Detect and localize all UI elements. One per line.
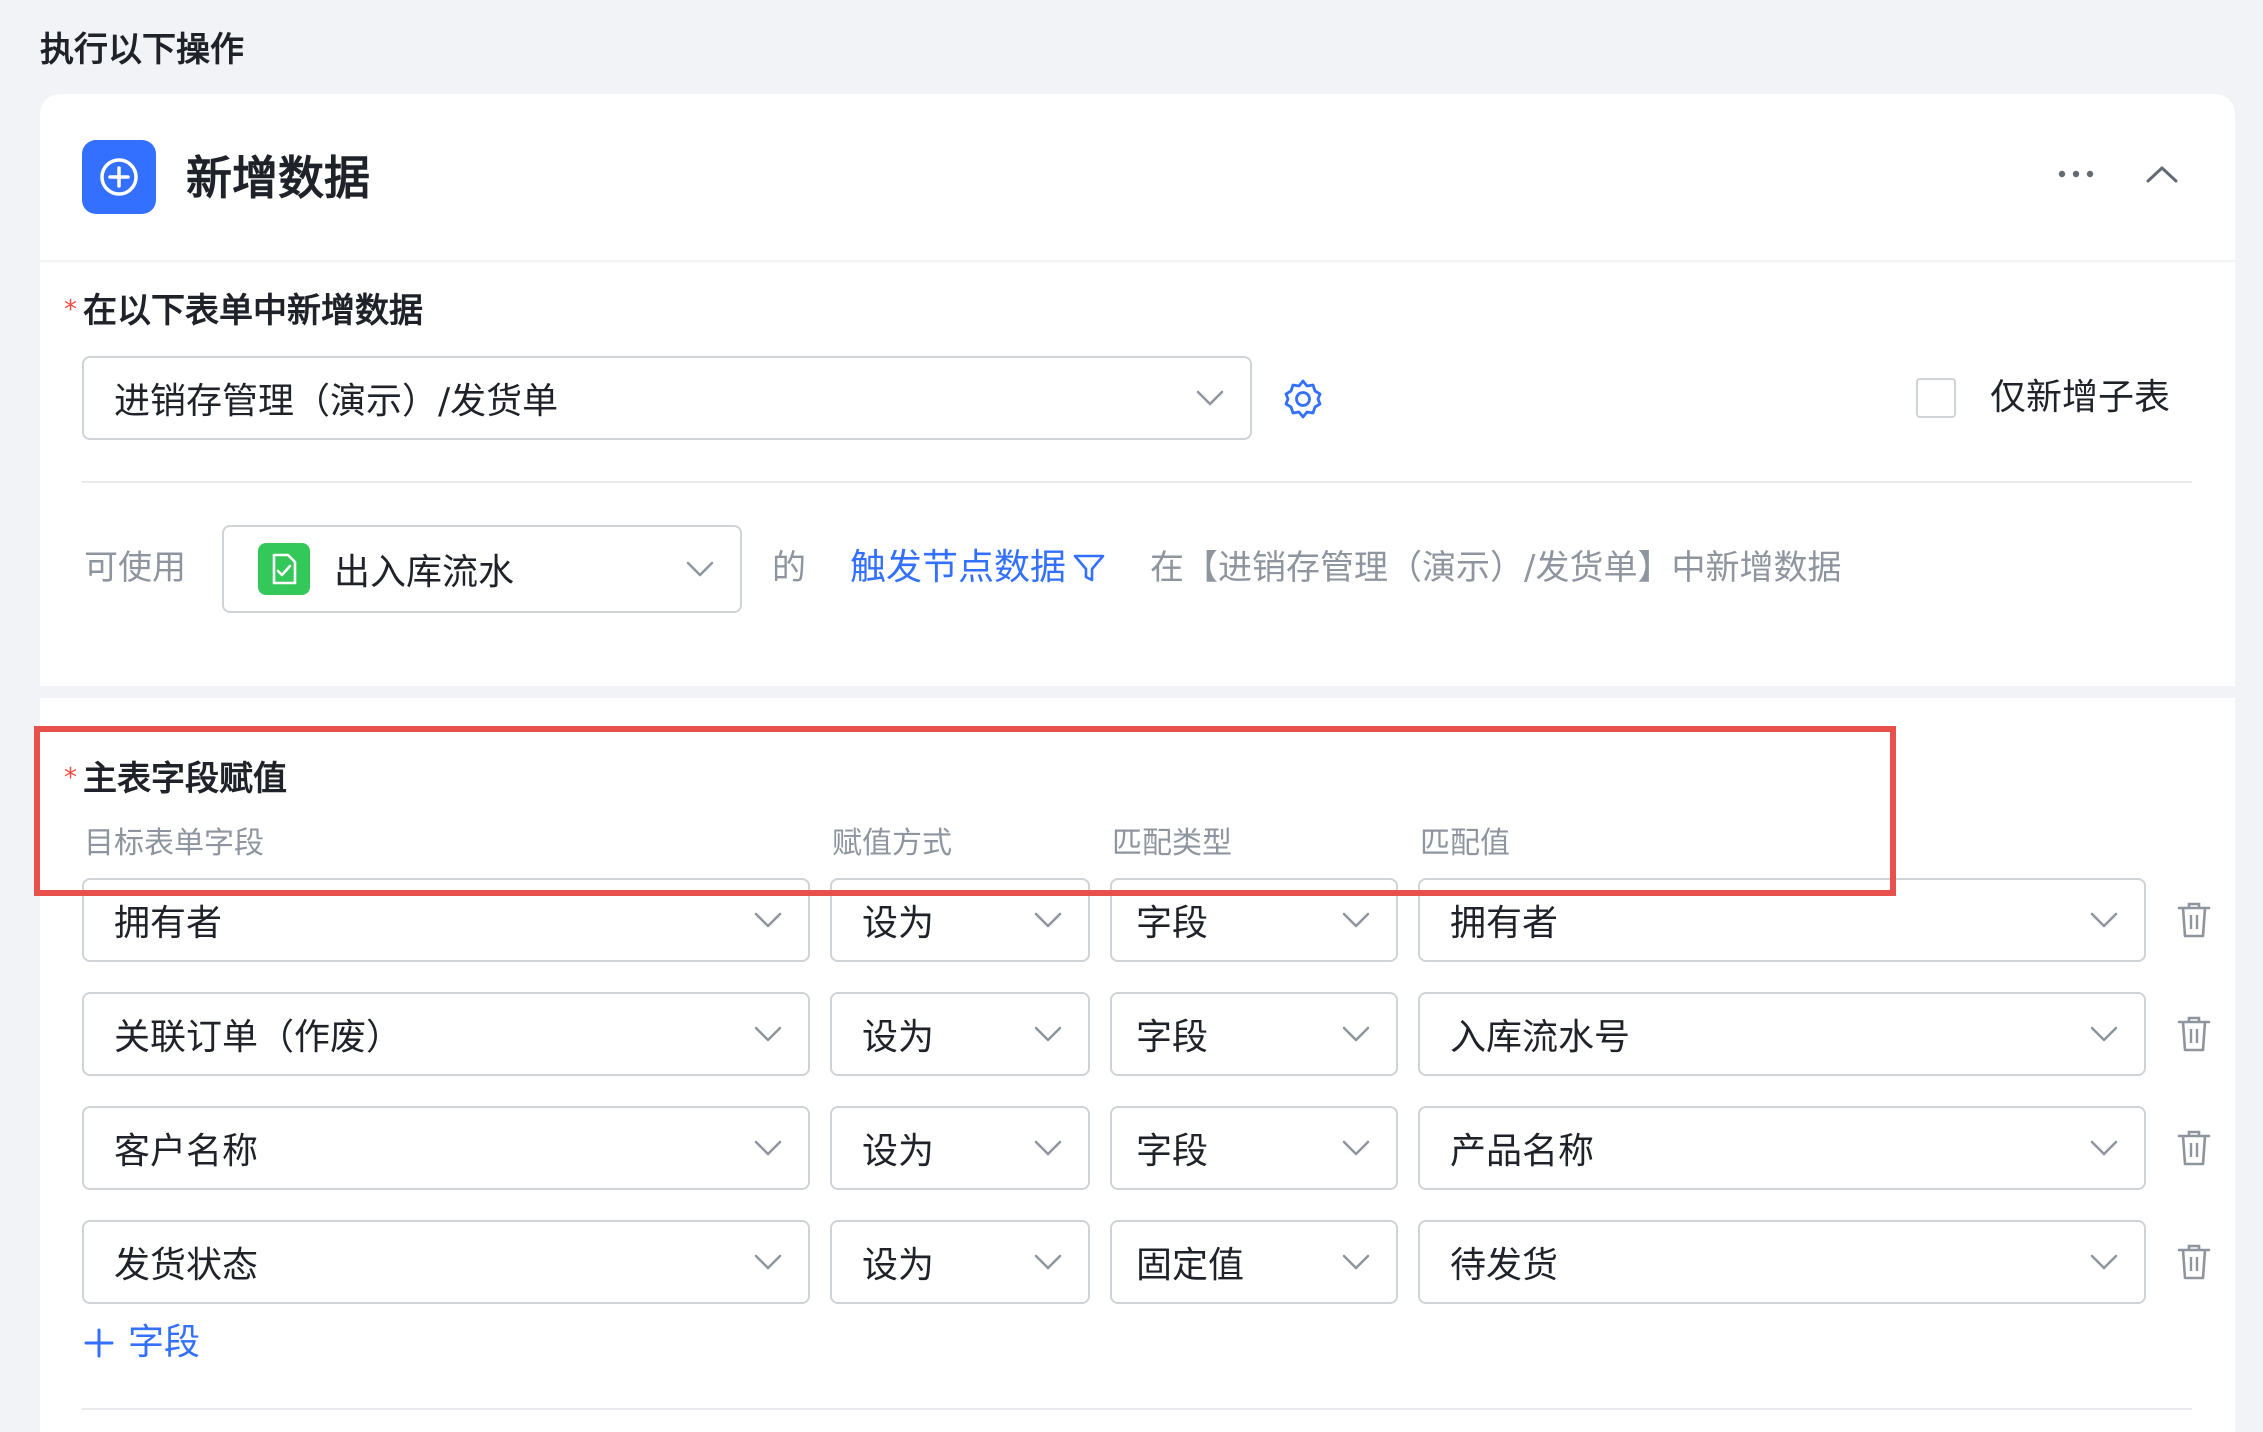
chevron-down-icon [2090, 1026, 2118, 1042]
document-icon [258, 543, 310, 595]
delete-row-trash-icon[interactable] [2174, 1012, 2214, 1056]
source-of-text: 的 [772, 548, 806, 588]
match-value-select[interactable]: 产品名称 [1418, 1106, 2146, 1190]
chevron-down-icon [686, 561, 714, 577]
target-field-select[interactable]: 发货状态 [82, 1220, 810, 1304]
trigger-node-data-link[interactable]: 触发节点数据 [850, 545, 1106, 591]
chevron-down-icon [1034, 1026, 1062, 1042]
card-title: 新增数据 [186, 151, 370, 205]
assign-method-select[interactable]: 设为 [830, 1106, 1090, 1190]
chevron-down-icon [1196, 390, 1224, 406]
chevron-down-icon [754, 1026, 782, 1042]
target-form-select[interactable]: 进销存管理（演示）/发货单 [82, 356, 1252, 440]
filter-icon[interactable] [1072, 551, 1106, 585]
plus-icon [84, 1328, 114, 1358]
chevron-down-icon [1342, 1026, 1370, 1042]
assign-method-select[interactable]: 设为 [830, 1220, 1090, 1304]
section-title: 执行以下操作 [40, 30, 244, 70]
highlight-annotation-box [34, 726, 1896, 896]
chevron-down-icon [754, 1140, 782, 1156]
source-node-value: 出入库流水 [334, 552, 515, 593]
target-form-value: 进销存管理（演示）/发货单 [114, 381, 559, 422]
divider [82, 1408, 2192, 1410]
chevron-down-icon [1342, 912, 1370, 928]
chevron-down-icon [2090, 1254, 2118, 1270]
chevron-down-icon [1342, 1140, 1370, 1156]
collapse-chevron-up-icon[interactable] [2138, 150, 2186, 198]
match-type-select[interactable]: 固定值 [1110, 1220, 1398, 1304]
add-field-label: 字段 [128, 1322, 201, 1363]
chevron-down-icon [2090, 1140, 2118, 1156]
match-type-select[interactable]: 字段 [1110, 992, 1398, 1076]
target-field-select[interactable]: 客户名称 [82, 1106, 810, 1190]
source-suffix-text: 在【进销存管理（演示）/发货单】中新增数据 [1150, 548, 1842, 588]
match-value-select[interactable]: 入库流水号 [1418, 992, 2146, 1076]
form-settings-gear-icon[interactable] [1282, 378, 1324, 420]
delete-row-trash-icon[interactable] [2174, 898, 2214, 942]
delete-row-trash-icon[interactable] [2174, 1126, 2214, 1170]
chevron-down-icon [754, 1254, 782, 1270]
add-data-icon [82, 140, 156, 214]
divider [82, 481, 2192, 483]
chevron-down-icon [1034, 1140, 1062, 1156]
trigger-node-data-label: 触发节点数据 [850, 547, 1067, 588]
match-value-select[interactable]: 待发货 [1418, 1220, 2146, 1304]
chevron-down-icon [1342, 1254, 1370, 1270]
chevron-down-icon [2090, 912, 2118, 928]
only-subtable-label: 仅新增子表 [1990, 377, 2171, 418]
target-form-label: * 在以下表单中新增数据 [64, 291, 423, 331]
add-field-button[interactable]: 字段 [84, 1320, 200, 1366]
only-subtable-checkbox[interactable] [1916, 378, 1956, 418]
source-node-select[interactable]: 出入库流水 [222, 525, 742, 613]
chevron-down-icon [754, 912, 782, 928]
match-type-select[interactable]: 字段 [1110, 1106, 1398, 1190]
more-options-icon[interactable] [2052, 150, 2100, 198]
assign-method-select[interactable]: 设为 [830, 992, 1090, 1076]
target-field-select[interactable]: 关联订单（作废） [82, 992, 810, 1076]
delete-row-trash-icon[interactable] [2174, 1240, 2214, 1284]
chevron-down-icon [1034, 1254, 1062, 1270]
source-prefix: 可使用 [84, 548, 186, 588]
chevron-down-icon [1034, 912, 1062, 928]
